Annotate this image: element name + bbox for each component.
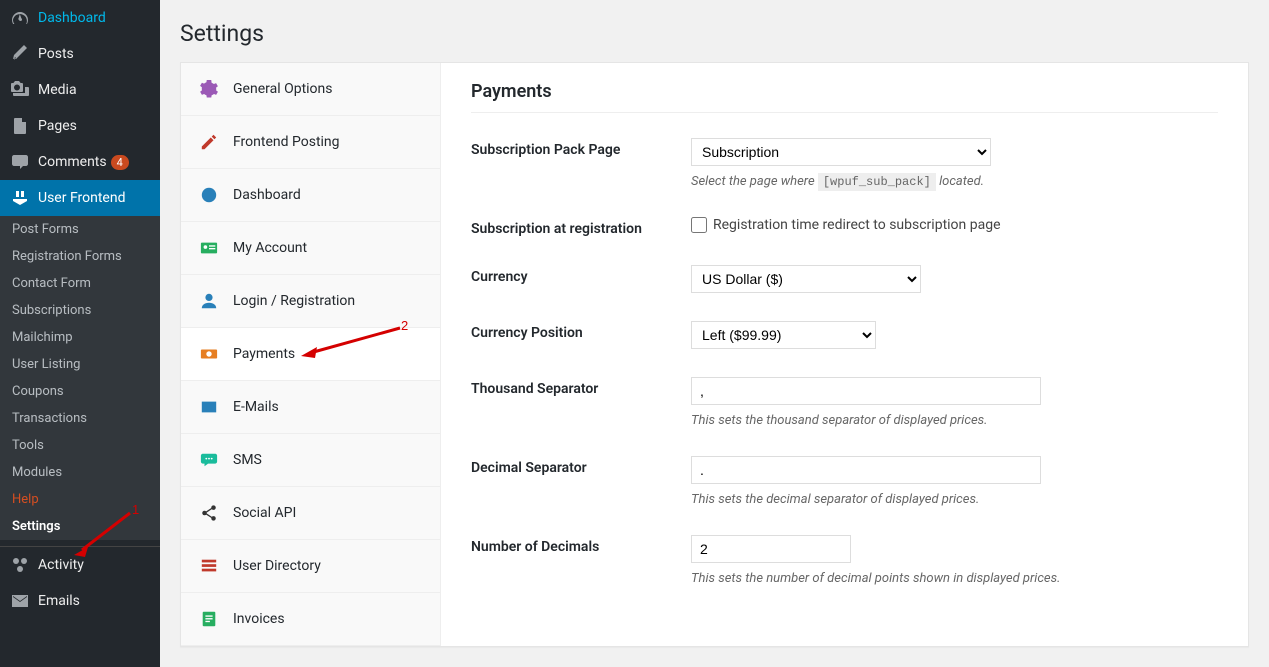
admin-sidebar: Dashboard Posts Media Pages Comments 4 U… — [0, 0, 160, 667]
sub-contact-form[interactable]: Contact Form — [0, 270, 160, 297]
menu-user-frontend[interactable]: User Frontend — [0, 180, 160, 216]
share-icon — [199, 503, 219, 523]
user-icon — [199, 291, 219, 311]
comment-badge: 4 — [111, 155, 129, 170]
tab-dashboard[interactable]: Dashboard — [181, 169, 440, 222]
select-currency[interactable]: US Dollar ($) — [691, 265, 921, 293]
user-frontend-icon — [10, 188, 30, 208]
label-number-of-decimals: Number of Decimals — [471, 535, 691, 586]
tab-frontend-posting[interactable]: Frontend Posting — [181, 116, 440, 169]
section-title: Payments — [471, 81, 1218, 102]
sub-post-forms[interactable]: Post Forms — [0, 216, 160, 243]
menu-label: User Frontend — [38, 190, 125, 206]
settings-tabs: General Options Frontend Posting Dashboa… — [181, 63, 441, 646]
gauge-icon — [10, 8, 30, 28]
menu-comments[interactable]: Comments 4 — [0, 144, 160, 180]
select-subscription-pack-page[interactable]: Subscription — [691, 138, 991, 166]
menu-label: Pages — [38, 118, 77, 134]
menu-label: Comments — [38, 154, 107, 170]
menu-label: Emails — [38, 593, 80, 609]
sms-icon — [199, 450, 219, 470]
label-subscription-pack-page: Subscription Pack Page — [471, 138, 691, 189]
menu-label: Posts — [38, 46, 74, 62]
menu-posts[interactable]: Posts — [0, 36, 160, 72]
invoice-icon — [199, 609, 219, 629]
sub-tools[interactable]: Tools — [0, 432, 160, 459]
tab-my-account[interactable]: My Account — [181, 222, 440, 275]
settings-panel: General Options Frontend Posting Dashboa… — [180, 62, 1249, 647]
tab-label: Invoices — [233, 611, 285, 627]
input-thousand-separator[interactable] — [691, 377, 1041, 405]
input-number-of-decimals[interactable] — [691, 535, 851, 563]
tab-sms[interactable]: SMS — [181, 434, 440, 487]
tab-general[interactable]: General Options — [181, 63, 440, 116]
sub-coupons[interactable]: Coupons — [0, 378, 160, 405]
sub-registration-forms[interactable]: Registration Forms — [0, 243, 160, 270]
menu-label: Dashboard — [38, 10, 106, 26]
label-decimal-separator: Decimal Separator — [471, 456, 691, 507]
tab-label: My Account — [233, 240, 307, 256]
tab-label: User Directory — [233, 558, 321, 574]
sub-subscriptions[interactable]: Subscriptions — [0, 297, 160, 324]
desc-decimal-separator: This sets the decimal separator of displ… — [691, 492, 1218, 507]
label-thousand-separator: Thousand Separator — [471, 377, 691, 428]
menu-dashboard[interactable]: Dashboard — [0, 0, 160, 36]
pin-icon — [10, 44, 30, 64]
desc-thousand-separator: This sets the thousand separator of disp… — [691, 413, 1218, 428]
menu-pages[interactable]: Pages — [0, 108, 160, 144]
tab-label: Dashboard — [233, 187, 301, 203]
tab-login[interactable]: Login / Registration — [181, 275, 440, 328]
input-decimal-separator[interactable] — [691, 456, 1041, 484]
tab-user-directory[interactable]: User Directory — [181, 540, 440, 593]
tab-label: Frontend Posting — [233, 134, 340, 150]
dashboard-icon — [199, 185, 219, 205]
checkbox-subscription-registration[interactable]: Registration time redirect to subscripti… — [691, 217, 1001, 233]
envelope-icon — [199, 397, 219, 417]
tab-label: SMS — [233, 452, 262, 468]
sub-user-listing[interactable]: User Listing — [0, 351, 160, 378]
sub-help[interactable]: Help — [0, 486, 160, 513]
sub-modules[interactable]: Modules — [0, 459, 160, 486]
tab-social[interactable]: Social API — [181, 487, 440, 540]
menu-label: Activity — [38, 557, 84, 573]
menu-media[interactable]: Media — [0, 72, 160, 108]
tab-label: E-Mails — [233, 399, 279, 415]
select-currency-position[interactable]: Left ($99.99) — [691, 321, 876, 349]
comment-icon — [10, 152, 30, 172]
list-icon — [199, 556, 219, 576]
main-content: Settings General Options Frontend Postin… — [160, 0, 1269, 667]
email-icon — [10, 591, 30, 611]
edit-icon — [199, 132, 219, 152]
gear-icon — [199, 79, 219, 99]
tab-label: Payments — [233, 346, 295, 362]
menu-label: Media — [38, 82, 77, 98]
menu-emails[interactable]: Emails — [0, 583, 160, 619]
tab-label: Login / Registration — [233, 293, 355, 309]
tab-emails[interactable]: E-Mails — [181, 381, 440, 434]
desc-number-of-decimals: This sets the number of decimal points s… — [691, 571, 1218, 586]
settings-content: Payments Subscription Pack Page Subscrip… — [441, 63, 1248, 646]
page-title: Settings — [180, 20, 1249, 47]
desc-subscription-pack-page: Select the page where [wpuf_sub_pack] lo… — [691, 174, 1218, 189]
pages-icon — [10, 116, 30, 136]
sub-transactions[interactable]: Transactions — [0, 405, 160, 432]
submenu-user-frontend: Post Forms Registration Forms Contact Fo… — [0, 216, 160, 540]
tab-invoices[interactable]: Invoices — [181, 593, 440, 646]
checkbox-input[interactable] — [691, 217, 707, 233]
id-card-icon — [199, 238, 219, 258]
cash-icon — [199, 344, 219, 364]
tab-label: Social API — [233, 505, 296, 521]
activity-icon — [10, 555, 30, 575]
tab-label: General Options — [233, 81, 333, 97]
label-currency-position: Currency Position — [471, 321, 691, 349]
sub-settings[interactable]: Settings — [0, 513, 160, 540]
label-currency: Currency — [471, 265, 691, 293]
tab-payments[interactable]: Payments — [181, 328, 440, 381]
label-subscription-at-registration: Subscription at registration — [471, 217, 691, 237]
media-icon — [10, 80, 30, 100]
sub-mailchimp[interactable]: Mailchimp — [0, 324, 160, 351]
menu-activity[interactable]: Activity — [0, 547, 160, 583]
